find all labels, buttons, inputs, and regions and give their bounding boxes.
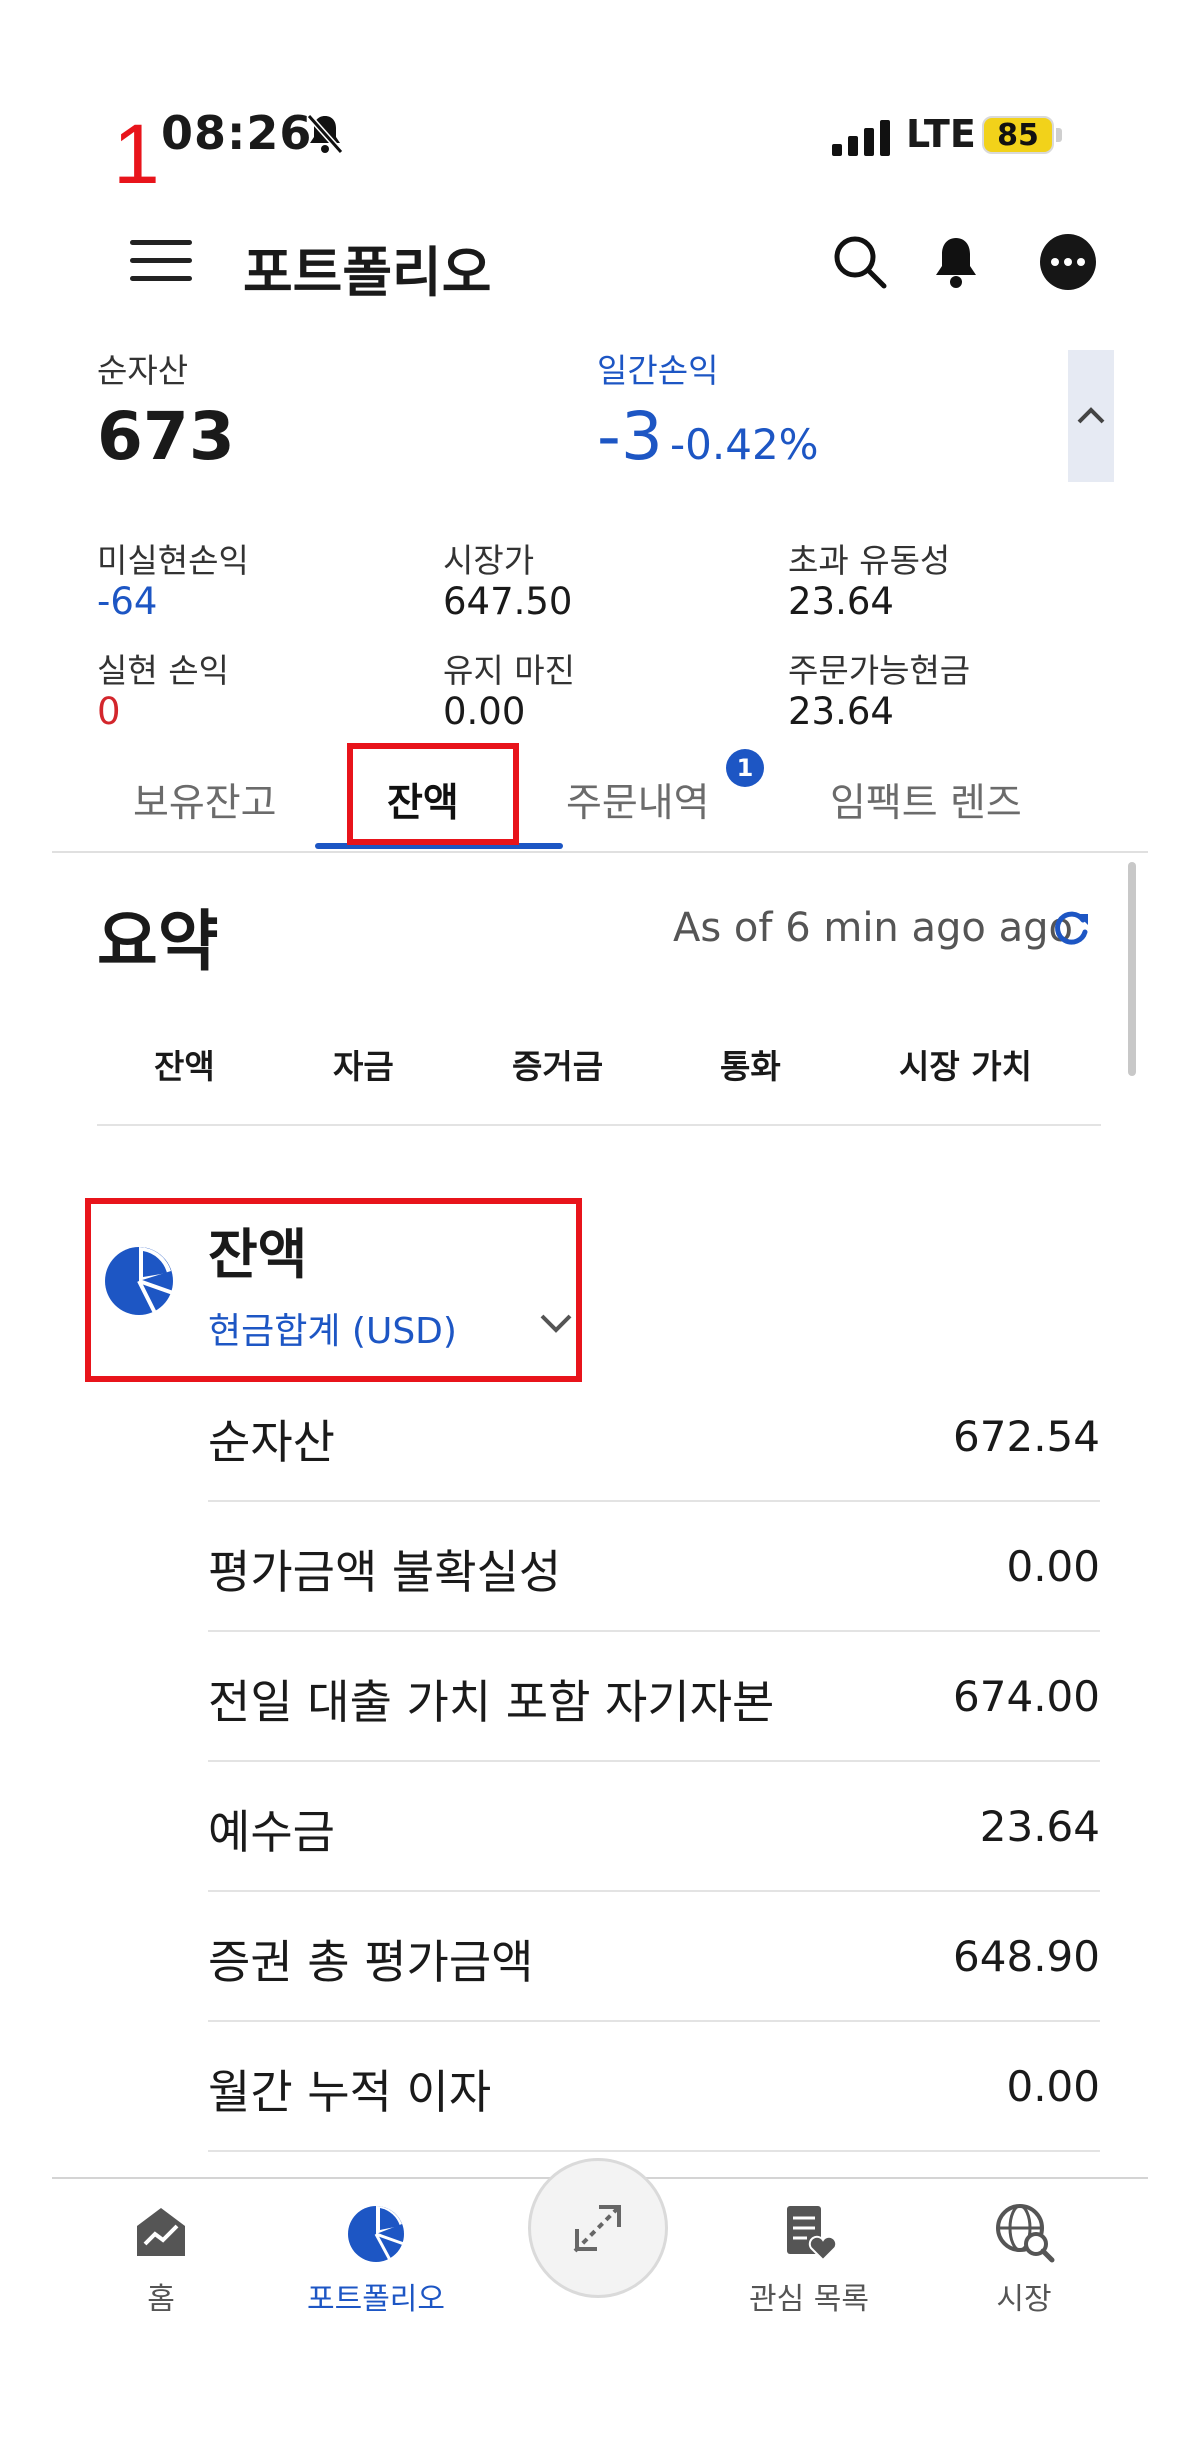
battery-icon: 85 bbox=[982, 116, 1054, 154]
subtab-market-value[interactable]: 시장 가치 bbox=[899, 1040, 1032, 1088]
tab-orders[interactable]: 주문내역 bbox=[566, 772, 710, 828]
subtab-margin[interactable]: 증거금 bbox=[512, 1040, 603, 1088]
bell-icon[interactable] bbox=[926, 232, 986, 292]
nav-label: 홈 bbox=[147, 2282, 175, 2317]
row-label: 월간 누적 이자 bbox=[208, 2065, 492, 2119]
nav-label: 시장 bbox=[996, 2282, 1052, 2317]
row-value: 23.64 bbox=[979, 1802, 1100, 1851]
section-title: 요약 bbox=[97, 903, 219, 980]
metric-label: 실현 손익 bbox=[97, 651, 229, 690]
page-title: 포트폴리오 bbox=[243, 241, 492, 304]
nav-home[interactable]: 홈 bbox=[71, 2200, 251, 2318]
metric-value: 0.00 bbox=[443, 690, 526, 733]
home-chart-icon bbox=[137, 2208, 185, 2256]
metric-value: 0 bbox=[97, 690, 121, 733]
daily-pl-value: -3 bbox=[597, 398, 663, 475]
subtabs-divider bbox=[97, 1124, 1101, 1126]
metric-value: 23.64 bbox=[788, 580, 894, 623]
balance-row: 평가금액 불확실성 0.00 bbox=[208, 1502, 1100, 1632]
menu-icon[interactable] bbox=[130, 240, 192, 282]
subtab-balance[interactable]: 잔액 bbox=[154, 1040, 215, 1088]
daily-pl-pct: -0.42% bbox=[670, 420, 819, 469]
daily-pl-label: 일간손익 bbox=[597, 351, 719, 390]
bell-slash-icon bbox=[306, 114, 344, 154]
annotation-number: 1 bbox=[113, 107, 160, 201]
metric-label: 유지 마진 bbox=[443, 651, 575, 690]
row-label: 예수금 bbox=[208, 1805, 335, 1859]
as-of-timestamp: As of 6 min ago ago bbox=[673, 905, 1073, 951]
annotation-highlight-tab bbox=[347, 743, 519, 845]
orders-badge: 1 bbox=[726, 749, 764, 787]
row-value: 0.00 bbox=[1006, 2062, 1100, 2111]
trade-arrows-icon bbox=[573, 2203, 623, 2253]
row-label: 순자산 bbox=[208, 1415, 335, 1469]
metric-label: 초과 유동성 bbox=[788, 541, 951, 580]
status-time: 08:26 bbox=[161, 106, 313, 160]
metric-label: 미실현손익 bbox=[97, 541, 249, 580]
subtab-currency[interactable]: 통화 bbox=[720, 1040, 781, 1088]
row-label: 평가금액 불확실성 bbox=[208, 1545, 562, 1599]
metric-value: 23.64 bbox=[788, 690, 894, 733]
tab-holdings[interactable]: 보유잔고 bbox=[133, 772, 277, 828]
metric-label: 시장가 bbox=[443, 541, 535, 580]
network-type: LTE bbox=[906, 112, 976, 156]
subtab-funds[interactable]: 자금 bbox=[333, 1040, 394, 1088]
balance-row: 전일 대출 가치 포함 자기자본 674.00 bbox=[208, 1632, 1100, 1762]
collapse-summary-button[interactable] bbox=[1068, 350, 1114, 482]
row-value: 648.90 bbox=[953, 1932, 1100, 1981]
globe-search-icon bbox=[996, 2204, 1055, 2263]
row-label: 증권 총 평가금액 bbox=[208, 1935, 534, 1989]
row-label: 전일 대출 가치 포함 자기자본 bbox=[208, 1675, 775, 1729]
battery-tip bbox=[1056, 128, 1062, 142]
metric-label: 주문가능현금 bbox=[788, 651, 971, 690]
annotation-highlight-group bbox=[85, 1198, 582, 1382]
tab-impact-lens[interactable]: 임팩트 렌즈 bbox=[830, 772, 1022, 828]
row-value: 674.00 bbox=[953, 1672, 1100, 1721]
net-assets-label: 순자산 bbox=[97, 351, 189, 390]
watchlist-icon bbox=[787, 2206, 838, 2262]
row-value: 0.00 bbox=[1006, 1542, 1100, 1591]
search-icon[interactable] bbox=[830, 232, 890, 292]
nav-label: 관심 목록 bbox=[749, 2282, 869, 2317]
balance-row: 월간 누적 이자 0.00 bbox=[208, 2022, 1100, 2152]
nav-watchlist[interactable]: 관심 목록 bbox=[719, 2200, 899, 2318]
pie-chart-icon bbox=[348, 2206, 405, 2262]
scrollbar[interactable] bbox=[1128, 862, 1136, 1076]
net-assets-value: 673 bbox=[97, 398, 235, 475]
metric-value: 647.50 bbox=[443, 580, 573, 623]
chevron-up-icon bbox=[1077, 407, 1105, 424]
nav-market[interactable]: 시장 bbox=[934, 2200, 1114, 2318]
nav-label: 포트폴리오 bbox=[307, 2282, 445, 2317]
balance-row: 증권 총 평가금액 648.90 bbox=[208, 1892, 1100, 2022]
row-value: 672.54 bbox=[953, 1412, 1100, 1461]
nav-portfolio[interactable]: 포트폴리오 bbox=[286, 2200, 466, 2318]
tabs-divider bbox=[52, 851, 1148, 853]
more-icon[interactable] bbox=[1040, 234, 1096, 290]
trade-button[interactable] bbox=[528, 2158, 668, 2298]
balance-row: 순자산 672.54 bbox=[208, 1372, 1100, 1502]
signal-icon bbox=[832, 116, 890, 156]
balance-row: 예수금 23.64 bbox=[208, 1762, 1100, 1892]
refresh-icon[interactable] bbox=[1050, 908, 1092, 950]
metric-value: -64 bbox=[97, 580, 158, 623]
